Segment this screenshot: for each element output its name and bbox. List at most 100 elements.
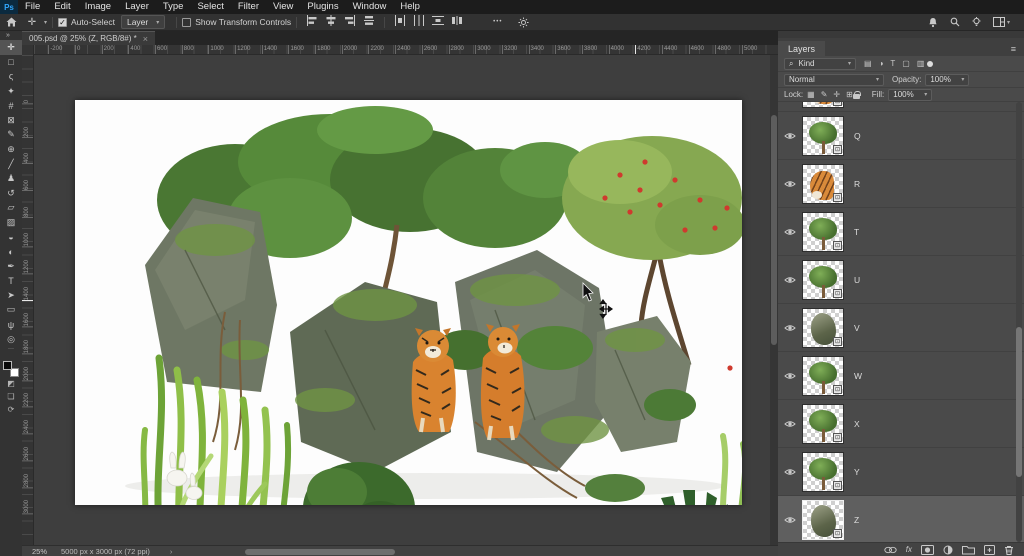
layer-name[interactable]: X	[854, 419, 860, 429]
workspace-switcher-icon[interactable]: ▾	[993, 17, 1010, 27]
layer-row-partial[interactable]: ⊡	[778, 102, 1024, 112]
discover-bulb-icon[interactable]	[972, 17, 981, 28]
color-swatches[interactable]	[3, 359, 19, 377]
canvas[interactable]	[75, 100, 742, 505]
new-layer-icon[interactable]	[984, 545, 995, 555]
home-icon[interactable]	[0, 14, 22, 31]
menu-type[interactable]: Type	[156, 0, 191, 14]
marquee-tool[interactable]: □	[0, 55, 22, 70]
gear-icon[interactable]	[518, 14, 529, 31]
fill-dropdown[interactable]: 100%▾	[888, 89, 932, 101]
lock-pixels-icon[interactable]: ✎	[821, 90, 828, 99]
document-tab[interactable]: 005.psd @ 25% (Z, RGB/8#) * ×	[22, 31, 155, 45]
menu-file[interactable]: File	[18, 0, 47, 14]
close-tab-icon[interactable]: ×	[143, 34, 148, 44]
layer-name[interactable]: T	[854, 227, 859, 237]
menu-window[interactable]: Window	[346, 0, 394, 14]
zoom-tool[interactable]: ◎	[0, 332, 22, 347]
type-tool[interactable]: T	[0, 274, 22, 289]
move-tool[interactable]: ✛	[0, 40, 22, 55]
move-tool-icon[interactable]: ✛	[22, 14, 42, 31]
lock-transparency-icon[interactable]: ▦	[807, 90, 815, 99]
foreground-color-swatch[interactable]	[3, 361, 12, 370]
blend-mode-dropdown[interactable]: Normal▾	[784, 74, 884, 86]
rectangle-tool[interactable]: ▭	[0, 303, 22, 318]
distribute-top-icon[interactable]	[432, 13, 444, 31]
blur-tool[interactable]: ◒	[0, 230, 22, 245]
layer-name[interactable]: Z	[854, 515, 859, 525]
auto-select-target-dropdown[interactable]: Layer▾	[121, 15, 165, 29]
layer-visibility-eye-icon[interactable]	[778, 372, 802, 380]
layer-visibility-eye-icon[interactable]	[778, 276, 802, 284]
toolbar-overflow-icon[interactable]: »	[0, 31, 10, 40]
history-brush-tool[interactable]: ↺	[0, 186, 22, 201]
menu-filter[interactable]: Filter	[231, 0, 266, 14]
share-icon[interactable]: ⟳	[0, 403, 22, 416]
layer-row-t[interactable]: ⊡T	[778, 208, 1024, 256]
filter-kind-dropdown[interactable]: ⌕ Kind ▾	[784, 58, 856, 70]
filter-type-icon[interactable]: T	[890, 59, 895, 68]
menu-image[interactable]: Image	[78, 0, 118, 14]
lock-position-icon[interactable]: ✛	[833, 90, 840, 99]
layer-visibility-eye-icon[interactable]	[778, 420, 802, 428]
layer-name[interactable]: R	[854, 179, 860, 189]
menu-layer[interactable]: Layer	[118, 0, 156, 14]
layer-thumbnail[interactable]: ⊡	[802, 260, 844, 300]
layer-thumbnail[interactable]: ⊡	[802, 404, 844, 444]
healing-brush-tool[interactable]: ⊕	[0, 142, 22, 157]
layer-row-x[interactable]: ⊡X	[778, 400, 1024, 448]
layer-thumbnail[interactable]: ⊡	[802, 452, 844, 492]
dodge-tool[interactable]: ◐	[0, 244, 22, 259]
filter-toggle-icon[interactable]	[927, 61, 933, 67]
layer-thumbnail[interactable]: ⊡	[802, 116, 844, 156]
chevron-down-icon[interactable]: ▾	[44, 19, 47, 26]
distribute-left-icon[interactable]	[394, 13, 406, 31]
layer-thumbnail[interactable]: ⊡	[802, 212, 844, 252]
layer-name[interactable]: Y	[854, 467, 860, 477]
layer-row-r[interactable]: ⊡R	[778, 160, 1024, 208]
layer-row-z[interactable]: ⊡Z	[778, 496, 1024, 542]
layer-row-w[interactable]: ⊡W	[778, 352, 1024, 400]
menu-plugins[interactable]: Plugins	[300, 0, 345, 14]
path-select-tool[interactable]: ➤	[0, 288, 22, 303]
layer-row-v[interactable]: ⊡V	[778, 304, 1024, 352]
align-right-icon[interactable]	[344, 13, 356, 31]
delete-layer-trash-icon[interactable]	[1004, 545, 1014, 555]
opacity-dropdown[interactable]: 100%▾	[925, 74, 969, 86]
pen-tool[interactable]: ✒	[0, 259, 22, 274]
align-middle-icon[interactable]	[363, 13, 375, 31]
lasso-tool[interactable]: ς	[0, 69, 22, 84]
vertical-scrollbar[interactable]	[770, 55, 778, 545]
new-group-folder-icon[interactable]	[962, 545, 975, 555]
quick-mask-icon[interactable]: ◩	[0, 377, 22, 390]
layer-name[interactable]: Q	[854, 131, 861, 141]
layers-scrollbar[interactable]	[1016, 102, 1022, 542]
layer-visibility-eye-icon[interactable]	[778, 180, 802, 188]
filter-smartobject-icon[interactable]: ▥	[917, 59, 925, 68]
layer-thumbnail[interactable]: ⊡	[802, 356, 844, 396]
eyedropper-tool[interactable]: ✎	[0, 128, 22, 143]
horizontal-scrollbar[interactable]	[245, 549, 395, 555]
screen-mode-icon[interactable]: ❏	[0, 390, 22, 403]
search-icon[interactable]	[950, 17, 960, 27]
distribute-center-icon[interactable]	[413, 13, 425, 31]
layer-row-q[interactable]: ⊡Q	[778, 112, 1024, 160]
lock-all-icon[interactable]	[853, 94, 860, 99]
show-transform-checkbox[interactable]	[182, 18, 191, 27]
panel-menu-icon[interactable]: ≡	[1011, 44, 1024, 56]
more-options-icon[interactable]: •••	[493, 14, 502, 31]
menu-help[interactable]: Help	[393, 0, 427, 14]
layer-style-fx-icon[interactable]: fx	[906, 545, 912, 554]
clone-stamp-tool[interactable]: ♟	[0, 171, 22, 186]
filter-shape-icon[interactable]: ▢	[902, 59, 910, 68]
layer-visibility-eye-icon[interactable]	[778, 516, 802, 524]
notifications-bell-icon[interactable]	[928, 17, 938, 28]
align-left-icon[interactable]	[306, 13, 318, 31]
menu-view[interactable]: View	[266, 0, 300, 14]
layer-name[interactable]: V	[854, 323, 860, 333]
layer-visibility-eye-icon[interactable]	[778, 324, 802, 332]
brush-tool[interactable]: ╱	[0, 157, 22, 172]
layer-thumbnail[interactable]: ⊡	[802, 308, 844, 348]
object-selection-tool[interactable]: ✦	[0, 84, 22, 99]
layer-row-y[interactable]: ⊡Y	[778, 448, 1024, 496]
